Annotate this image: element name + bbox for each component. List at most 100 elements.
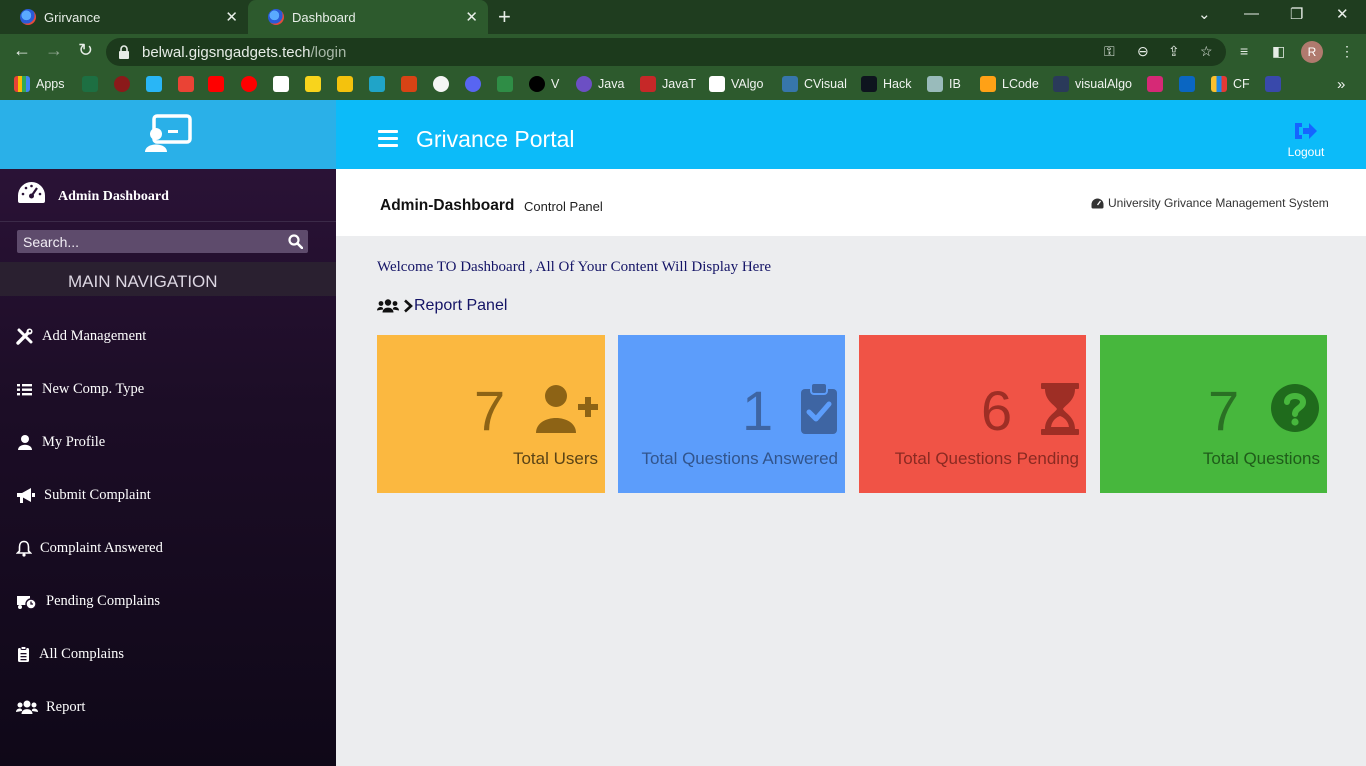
sidebar-search [17, 230, 308, 253]
bookmark-java[interactable]: Java [576, 76, 624, 92]
list-icon [17, 383, 32, 395]
question-circle-icon [1271, 384, 1319, 432]
stat-card-total-users[interactable]: 7 Total Users [377, 335, 605, 493]
dashboard-gauge-icon [18, 182, 45, 203]
stat-value: 6 [981, 379, 1013, 442]
site-favicon-icon [268, 9, 284, 25]
report-panel-label: Report Panel [414, 297, 508, 314]
search-input[interactable] [17, 230, 282, 253]
users-icon [377, 299, 399, 313]
bookmark-hack[interactable]: Hack [861, 76, 911, 92]
search-icon[interactable] [288, 234, 303, 249]
reload-icon[interactable]: ↻ [78, 40, 93, 61]
clipboard-check-icon [801, 383, 837, 434]
chevron-right-icon [404, 299, 413, 313]
tab-search-chevron-icon[interactable]: ⌄ [1198, 5, 1211, 23]
sidebar-item-label: Add Management [42, 327, 147, 344]
gmail-icon[interactable] [178, 76, 200, 92]
profile-avatar[interactable]: R [1301, 41, 1323, 63]
discord-icon[interactable] [465, 76, 487, 92]
user-icon [18, 434, 32, 450]
url-text[interactable]: belwal.gigsngadgets.tech/login [142, 44, 346, 61]
hourglass-icon [1041, 383, 1079, 435]
url-host: belwal.gigsngadgets.tech [142, 44, 311, 61]
youtube-music-icon[interactable] [241, 76, 263, 92]
key-icon[interactable]: ⚿ [1104, 43, 1115, 60]
bookmark-red-icon[interactable] [114, 76, 136, 92]
stat-card-total-questions-answered[interactable]: 1 Total Questions Answered [618, 335, 845, 493]
gfg-icon[interactable] [497, 76, 519, 92]
new-tab-plus-icon[interactable]: + [498, 4, 511, 30]
sidebar-item-new-comp-type[interactable]: New Comp. Type [16, 374, 316, 404]
excel-icon[interactable] [82, 76, 104, 92]
sidebar-item-add-management[interactable]: Add Management [16, 321, 316, 351]
logout-label: Logout [1287, 145, 1325, 159]
stat-card-total-questions-pending[interactable]: 6 Total Questions Pending [859, 335, 1086, 493]
system-name-text: University Grivance Management System [1108, 196, 1329, 210]
side-panel-icon[interactable]: ◧ [1272, 43, 1285, 60]
bookmark-blue-icon[interactable] [146, 76, 168, 92]
github-icon[interactable] [433, 76, 455, 92]
close-window-icon[interactable]: ✕ [1336, 5, 1349, 23]
stat-label: Total Questions Answered [641, 449, 838, 468]
main-navigation-label: MAIN NAVIGATION [68, 272, 218, 291]
sidebar-item-pending-complains[interactable]: Pending Complains [16, 586, 316, 616]
users-icon [16, 700, 38, 714]
share-icon[interactable]: ⇪ [1168, 43, 1180, 60]
amazon-icon[interactable] [273, 76, 295, 92]
bookmark-ib[interactable]: IB [927, 76, 961, 92]
zoom-icon[interactable]: ⊖ [1137, 43, 1149, 60]
sidebar [0, 169, 336, 766]
site-favicon-icon [20, 9, 36, 25]
logout-button[interactable]: Logout [1282, 120, 1330, 159]
bookmark-cvisual[interactable]: CVisual [782, 76, 847, 92]
welcome-message: Welcome TO Dashboard , All Of Your Conte… [377, 259, 771, 275]
sidebar-item-submit-complaint[interactable]: Submit Complaint [16, 480, 316, 510]
bookmark-cf[interactable]: CF [1211, 76, 1250, 92]
bookmark-lcode[interactable]: LCode [980, 76, 1039, 92]
logout-icon [1295, 123, 1317, 139]
bookmark-valgo[interactable]: VAlgo [709, 76, 763, 92]
sidebar-item-my-profile[interactable]: My Profile [16, 427, 316, 457]
sidebar-item-complaint-answered[interactable]: Complaint Answered [16, 533, 316, 563]
dashboard-gauge-icon [1091, 198, 1104, 208]
stat-value: 7 [1208, 379, 1240, 442]
more-bookmarks-icon[interactable]: » [1337, 76, 1345, 93]
sidebar-divider [0, 221, 336, 222]
bookmark-link-icon[interactable] [1265, 76, 1287, 92]
media-control-icon[interactable]: ≡ [1240, 43, 1248, 59]
back-arrow-icon[interactable]: ← [13, 40, 31, 61]
bookmark-visualalgo[interactable]: visualAlgo [1053, 76, 1132, 92]
close-tab-icon[interactable]: ✕ [465, 8, 478, 26]
restore-icon[interactable]: ❐ [1290, 5, 1303, 23]
admin-dashboard-link[interactable]: Admin Dashboard [58, 189, 169, 205]
sidebar-item-label: Submit Complaint [44, 486, 151, 503]
browser-tab-grirvance[interactable]: Grirvance ✕ [0, 0, 248, 34]
close-tab-icon[interactable]: ✕ [225, 8, 238, 26]
user-plus-icon [536, 385, 598, 433]
stat-label: Total Users [512, 449, 598, 468]
bookmark-javat[interactable]: JavaT [640, 76, 696, 92]
more-menu-icon[interactable]: ⋮ [1340, 43, 1354, 60]
stat-card-total-questions[interactable]: 7 Total Questions [1100, 335, 1327, 493]
flipkart-icon[interactable] [305, 76, 327, 92]
instagram-icon[interactable] [1147, 76, 1169, 92]
sidebar-item-report[interactable]: Report [16, 692, 316, 722]
browser-tab-dashboard[interactable]: Dashboard ✕ [248, 0, 488, 34]
bookmark-arrow-icon[interactable] [369, 76, 391, 92]
stat-label: Total Questions [1202, 449, 1320, 468]
stat-value: 7 [474, 379, 506, 442]
minimize-icon[interactable]: — [1244, 5, 1259, 22]
code-icon[interactable] [401, 76, 423, 92]
sidebar-item-label: New Comp. Type [42, 380, 145, 397]
bookmark-p-icon[interactable] [337, 76, 359, 92]
bookmark-star-icon[interactable]: ☆ [1200, 43, 1213, 60]
forward-arrow-icon[interactable]: → [45, 40, 63, 61]
lock-icon[interactable] [118, 45, 130, 59]
youtube-icon[interactable] [208, 76, 230, 92]
bookmark-apps[interactable]: Apps [14, 76, 65, 92]
linkedin-icon[interactable] [1179, 76, 1201, 92]
sidebar-item-all-complains[interactable]: All Complains [16, 639, 316, 669]
bookmark-v[interactable]: V [529, 76, 559, 92]
hamburger-menu-icon[interactable] [378, 130, 398, 148]
